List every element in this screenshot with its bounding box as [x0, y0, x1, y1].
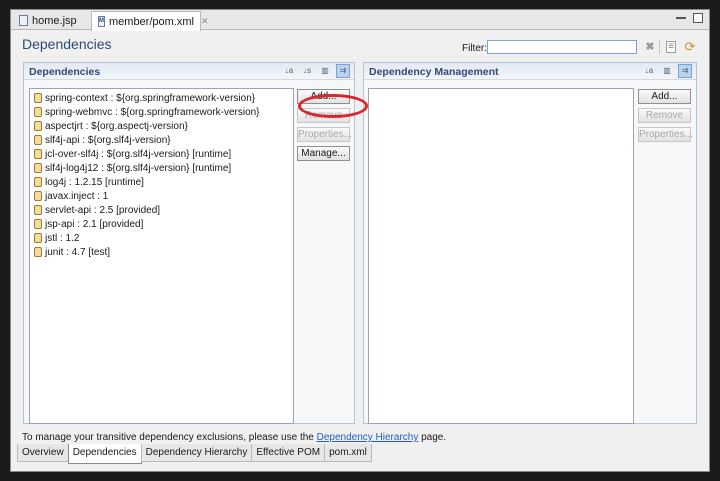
filter-toggle-icon[interactable]: ⇉ [336, 64, 350, 78]
dependency-label: log4j : 1.2.15 [runtime] [45, 176, 144, 188]
jar-icon [34, 233, 42, 243]
jar-icon [34, 205, 42, 215]
jar-icon [34, 177, 42, 187]
tab-effective-pom[interactable]: Effective POM [251, 444, 326, 462]
add-dependency-button[interactable]: Add... [297, 89, 350, 104]
dependency-item[interactable]: jcl-over-slf4j : ${org.slf4j-version} [r… [30, 147, 293, 161]
jar-icon [34, 163, 42, 173]
window-controls [676, 13, 703, 23]
editor-tab-bar: home.jsp M member/pom.xml ✕ [11, 10, 709, 31]
hint-text-after: page. [418, 432, 447, 443]
editor-tab-home-jsp[interactable]: home.jsp [13, 11, 87, 30]
tab-dependency-hierarchy[interactable]: Dependency Hierarchy [140, 444, 253, 462]
dependency-label: spring-webmvc : ${org.springframework-ve… [45, 106, 260, 118]
toolbar-separator [659, 40, 660, 54]
dependencies-list[interactable]: spring-context : ${org.springframework-v… [29, 88, 294, 424]
tab-dependencies[interactable]: Dependencies [67, 444, 142, 464]
remove-dependency-button[interactable]: Remove [297, 108, 350, 123]
add-managed-dependency-button[interactable]: Add... [638, 89, 691, 104]
filter-input[interactable] [487, 40, 637, 54]
dependency-item[interactable]: log4j : 1.2.15 [runtime] [30, 175, 293, 189]
dependency-label: servlet-api : 2.5 [provided] [45, 204, 161, 216]
dependency-item[interactable]: slf4j-api : ${org.slf4j-version} [30, 133, 293, 147]
dependencies-buttons: Add... Remove Properties... Manage... [297, 89, 352, 161]
dependencies-toolbar: ↓a ↓s ▥ ⇉ [282, 64, 350, 78]
dependency-item[interactable]: slf4j-log4j12 : ${org.slf4j-version} [ru… [30, 161, 293, 175]
filter-label: Filter: [462, 43, 487, 54]
transitive-exclusion-hint: To manage your transitive dependency exc… [22, 432, 446, 443]
sort-alpha-icon[interactable]: ↓a [282, 64, 296, 78]
dependencies-section-header: Dependencies ↓a ↓s ▥ ⇉ [24, 63, 354, 80]
dependency-label: javax.inject : 1 [45, 190, 109, 202]
jsp-file-icon [19, 15, 28, 26]
jar-icon [34, 149, 42, 159]
dependency-item[interactable]: jstl : 1.2 [30, 231, 293, 245]
page-title: Dependencies [22, 36, 112, 52]
jar-icon [34, 219, 42, 229]
dependencies-section-title: Dependencies [29, 66, 101, 78]
tab-overview[interactable]: Overview [17, 444, 69, 462]
jar-icon [34, 191, 42, 201]
pom-editor-page-tabs: Overview Dependencies Dependency Hierarc… [17, 444, 372, 464]
dependency-properties-button[interactable]: Properties... [297, 127, 352, 142]
dependency-label: slf4j-log4j12 : ${org.slf4j-version} [ru… [45, 162, 232, 174]
managed-dependency-properties-button[interactable]: Properties... [638, 127, 693, 142]
sort-alpha-icon[interactable]: ↓a [642, 64, 656, 78]
dependency-management-section-header: Dependency Management ↓a ▥ ⇉ [364, 63, 696, 80]
maximize-button[interactable] [693, 13, 703, 23]
dependency-item[interactable]: aspectjrt : ${org.aspectj-version} [30, 119, 293, 133]
jar-icon [34, 121, 42, 131]
pom-editor-window: home.jsp M member/pom.xml ✕ Dependencies… [10, 9, 710, 472]
dependency-hierarchy-link[interactable]: Dependency Hierarchy [317, 432, 419, 443]
show-groupid-icon[interactable]: ▥ [318, 64, 332, 78]
jar-icon [34, 107, 42, 117]
dependency-management-list[interactable] [368, 88, 634, 424]
filter-toggle-icon[interactable]: ⇉ [678, 64, 692, 78]
dependency-label: jstl : 1.2 [45, 232, 80, 244]
manage-dependency-button[interactable]: Manage... [297, 146, 350, 161]
dependency-management-toolbar: ↓a ▥ ⇉ [642, 64, 692, 78]
sort-scope-icon[interactable]: ↓s [300, 64, 314, 78]
dependency-item[interactable]: spring-context : ${org.springframework-v… [30, 91, 293, 105]
dependency-item[interactable]: servlet-api : 2.5 [provided] [30, 203, 293, 217]
tab-pom-xml[interactable]: pom.xml [324, 444, 372, 462]
minimize-button[interactable] [676, 13, 686, 19]
jar-icon [34, 93, 42, 103]
dependency-item[interactable]: jsp-api : 2.1 [provided] [30, 217, 293, 231]
refresh-icon[interactable]: ⟳ [683, 40, 697, 54]
editor-tab-label: member/pom.xml [109, 15, 194, 28]
dependency-label: slf4j-api : ${org.slf4j-version} [45, 134, 171, 146]
dependency-item[interactable]: spring-webmvc : ${org.springframework-ve… [30, 105, 293, 119]
dependency-item[interactable]: javax.inject : 1 [30, 189, 293, 203]
maven-pom-icon: M [98, 16, 105, 27]
dependencies-section: Dependencies ↓a ↓s ▥ ⇉ spring-context : … [23, 62, 355, 424]
clear-filter-icon[interactable]: ✖ [643, 40, 657, 54]
dependency-item[interactable]: junit : 4.7 [test] [30, 245, 293, 259]
jar-icon [34, 135, 42, 145]
dependency-label: junit : 4.7 [test] [45, 246, 111, 258]
dependency-label: jcl-over-slf4j : ${org.slf4j-version} [r… [45, 148, 232, 160]
dependency-management-section-title: Dependency Management [369, 66, 499, 78]
close-icon[interactable]: ✕ [201, 16, 209, 27]
remove-managed-dependency-button[interactable]: Remove [638, 108, 691, 123]
dependency-label: aspectjrt : ${org.aspectj-version} [45, 120, 188, 132]
open-pom-icon[interactable]: ≡ [666, 41, 676, 53]
dependency-management-section: Dependency Management ↓a ▥ ⇉ Add... Remo… [363, 62, 697, 424]
editor-tab-pom-xml[interactable]: M member/pom.xml ✕ [91, 11, 209, 31]
dependency-label: spring-context : ${org.springframework-v… [45, 92, 256, 104]
hint-text-before: To manage your transitive dependency exc… [22, 432, 317, 443]
editor-tab-label: home.jsp [32, 14, 77, 27]
show-groupid-icon[interactable]: ▥ [660, 64, 674, 78]
dependency-management-buttons: Add... Remove Properties... [638, 89, 693, 142]
dependency-label: jsp-api : 2.1 [provided] [45, 218, 144, 230]
jar-icon [34, 247, 42, 257]
